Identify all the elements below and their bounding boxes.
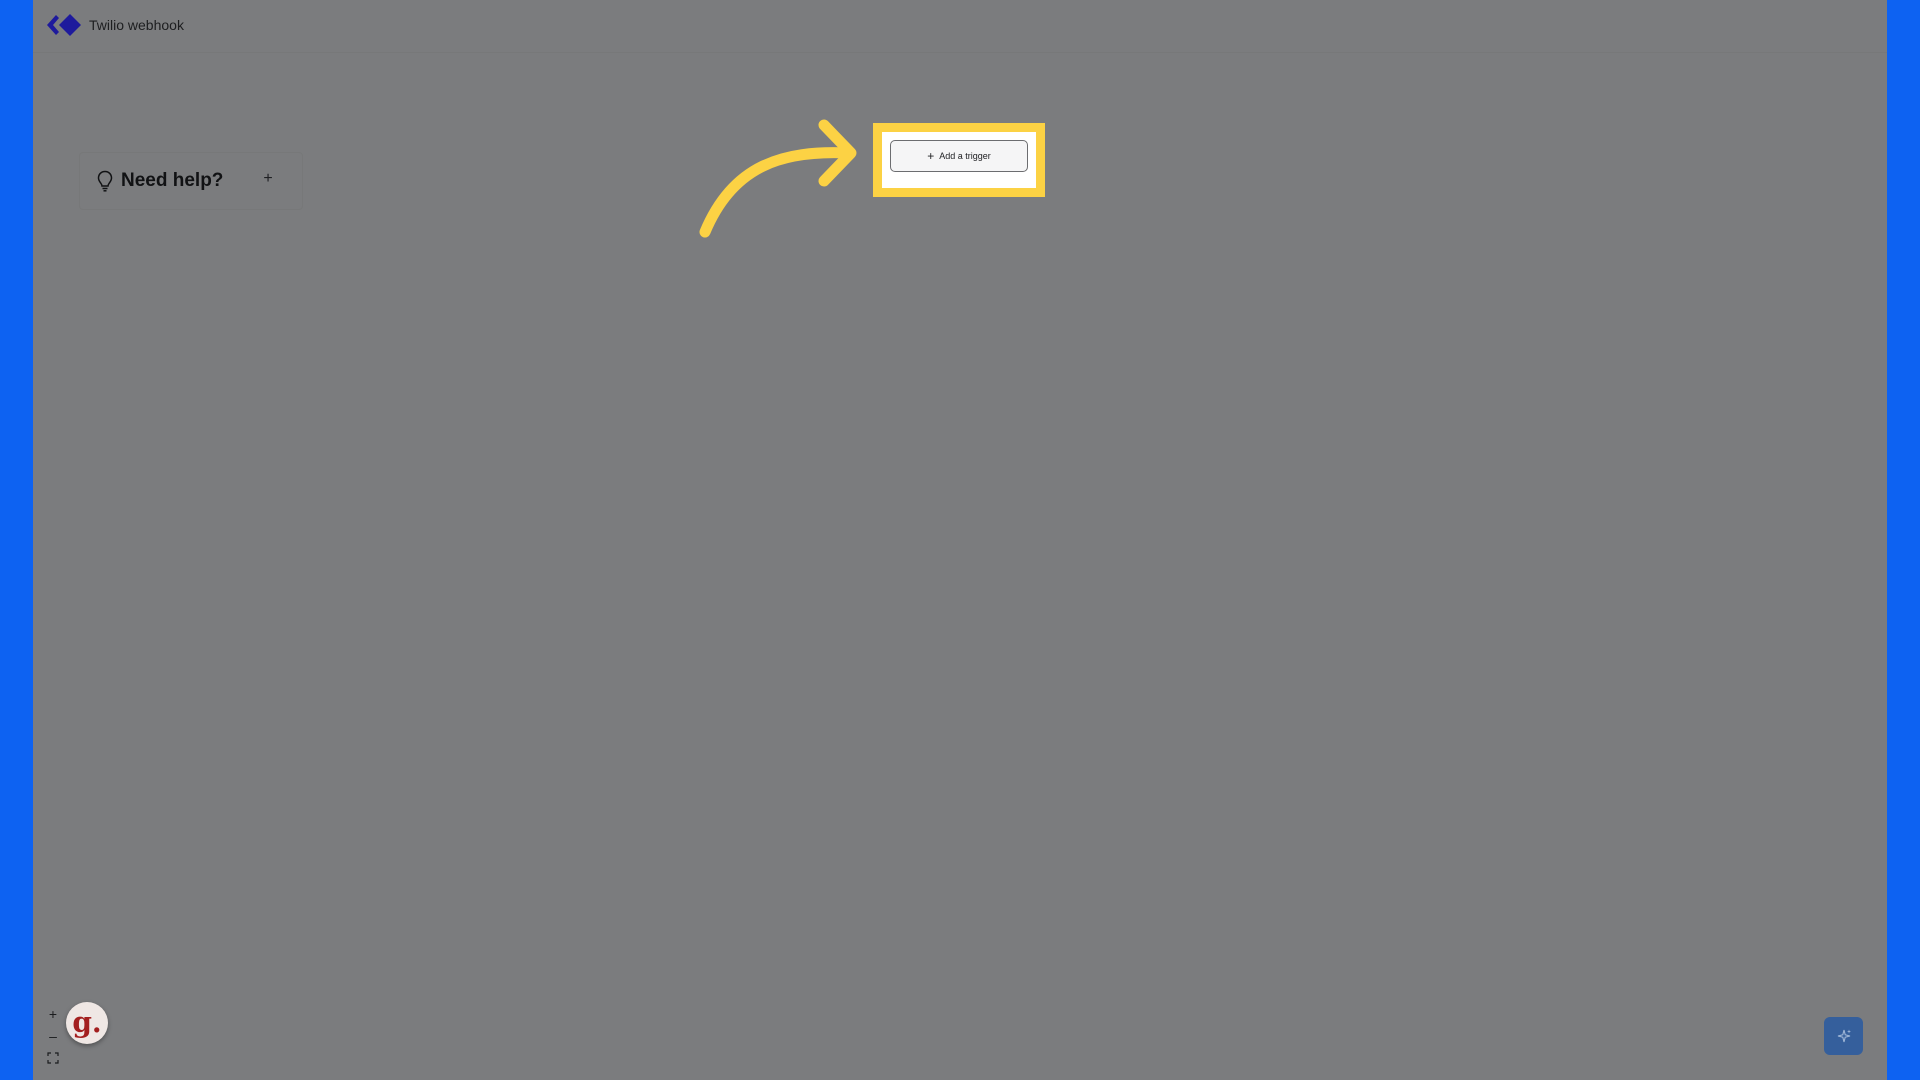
zoom-controls: + –	[43, 1004, 63, 1070]
plus-icon: +	[927, 149, 935, 163]
fit-view-button[interactable]	[43, 1048, 63, 1068]
add-trigger-button[interactable]: + Add a trigger	[890, 140, 1028, 172]
lightbulb-icon	[97, 170, 113, 192]
g-extension-badge[interactable]: g.	[66, 1002, 108, 1044]
fullscreen-icon	[47, 1052, 59, 1064]
trigger-highlight: + Add a trigger	[873, 123, 1045, 197]
zoom-out-button[interactable]: –	[43, 1026, 63, 1046]
add-trigger-label: Add a trigger	[939, 151, 991, 161]
zoom-in-button[interactable]: +	[43, 1004, 63, 1024]
expand-help-button[interactable]: +	[256, 167, 280, 191]
top-bar: Twilio webhook	[33, 0, 1887, 53]
screen-frame-right	[1887, 0, 1920, 1080]
assistant-button[interactable]	[1824, 1017, 1863, 1055]
workflow-editor: Twilio webhook Need help? + + Add a trig…	[33, 0, 1887, 1080]
workflow-title: Twilio webhook	[89, 17, 184, 33]
screen-frame-left	[0, 0, 33, 1080]
need-help-title: Need help?	[121, 170, 224, 191]
double-chevron-logo-icon[interactable]	[45, 13, 81, 37]
sparkle-icon	[1837, 1029, 1851, 1043]
need-help-panel[interactable]: Need help? +	[79, 152, 303, 210]
